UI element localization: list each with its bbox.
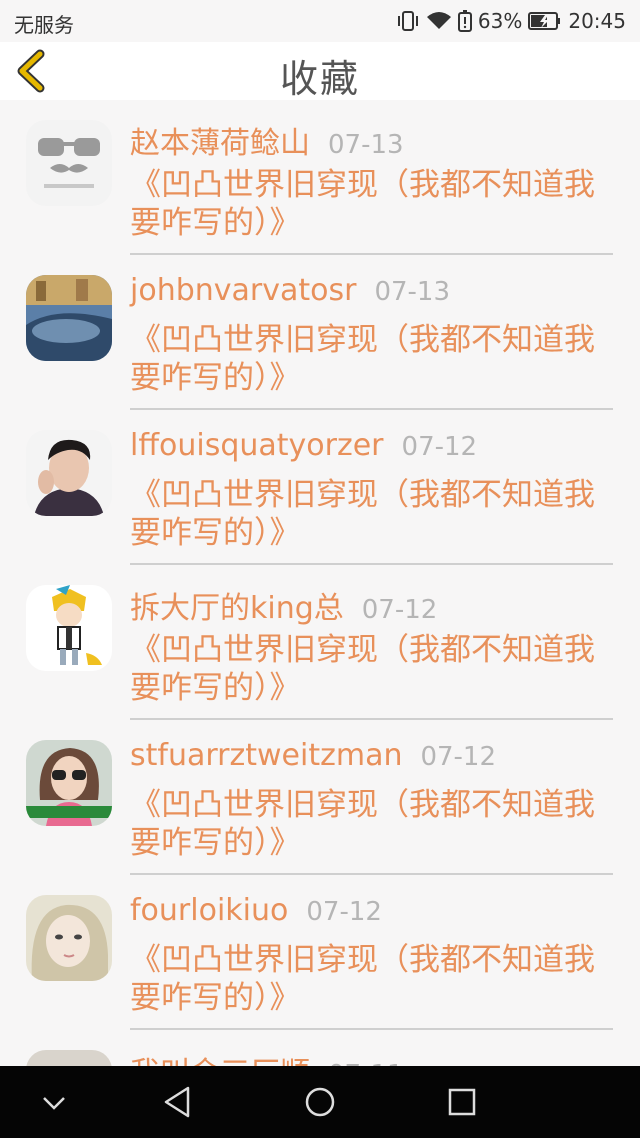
- author-name: 我叫金三厂顺: [130, 1048, 310, 1066]
- post-title: 《凹凸世界旧穿现（我都不知道我要咋写的）》: [130, 477, 595, 551]
- page-title: 收藏: [279, 57, 360, 101]
- post-date: 07-12: [306, 897, 382, 927]
- carrier-label: 无服务: [14, 13, 74, 37]
- list-item[interactable]: 我叫金三厂顺 07-11: [0, 1030, 640, 1066]
- item-header: stfuarrztweitzman 07-12: [130, 738, 613, 782]
- collapse-button[interactable]: [32, 1080, 76, 1124]
- home-circle-icon: [298, 1087, 342, 1128]
- home-button[interactable]: [298, 1080, 342, 1124]
- girl-sunglasses-avatar[interactable]: [26, 740, 112, 826]
- list-item[interactable]: stfuarrztweitzman 07-12 《凹凸世界旧穿现（我都不知道我要…: [0, 720, 640, 875]
- system-nav-bar: [0, 1066, 640, 1138]
- list-item[interactable]: 赵本薄荷鲶山 07-13 《凹凸世界旧穿现（我都不知道我要咋写的）》: [0, 100, 640, 255]
- list-item[interactable]: 拆大厅的king总 07-12 《凹凸世界旧穿现（我都不知道我要咋写的）》: [0, 565, 640, 720]
- author-name: 赵本薄荷鲶山: [130, 126, 310, 161]
- battery-percent: 63%: [477, 9, 523, 33]
- post-date: 07-12: [401, 432, 478, 462]
- post-title: 《凹凸世界旧穿现（我都不知道我要咋写的）》: [130, 632, 595, 706]
- post-title: 《凹凸世界旧穿现（我都不知道我要咋写的）》: [130, 787, 595, 861]
- collapse-icon: [32, 1097, 76, 1128]
- battery-alert-icon: [457, 10, 472, 32]
- item-content: stfuarrztweitzman 07-12 《凹凸世界旧穿现（我都不知道我要…: [130, 738, 613, 875]
- item-header: lffouisquatyorzer 07-12: [130, 428, 613, 472]
- post-date: 07-12: [361, 595, 438, 625]
- back-nav-button[interactable]: [156, 1080, 200, 1124]
- post-title: 《凹凸世界旧穿现（我都不知道我要咋写的）》: [130, 167, 595, 241]
- recents-square-icon: [440, 1088, 484, 1128]
- item-content: 赵本薄荷鲶山 07-13 《凹凸世界旧穿现（我都不知道我要咋写的）》: [130, 118, 613, 255]
- cartoon-character-avatar[interactable]: [26, 585, 112, 671]
- item-header: 拆大厅的king总 07-12: [130, 583, 613, 627]
- vibrate-icon: [396, 10, 420, 32]
- list-item[interactable]: johbnvarvatosr 07-13 《凹凸世界旧穿现（我都不知道我要咋写的…: [0, 255, 640, 410]
- item-content: 拆大厅的king总 07-12 《凹凸世界旧穿现（我都不知道我要咋写的）》: [130, 583, 613, 720]
- list-item[interactable]: fourloikiuo 07-12 《凹凸世界旧穿现（我都不知道我要咋写的）》: [0, 875, 640, 1030]
- post-title: 《凹凸世界旧穿现（我都不知道我要咋写的）》: [130, 322, 595, 396]
- favorites-list: 赵本薄荷鲶山 07-13 《凹凸世界旧穿现（我都不知道我要咋写的）》 johbn…: [0, 100, 640, 1066]
- post-date: 07-13: [328, 130, 404, 160]
- item-content: johbnvarvatosr 07-13 《凹凸世界旧穿现（我都不知道我要咋写的…: [130, 273, 613, 410]
- list-item[interactable]: lffouisquatyorzer 07-12 《凹凸世界旧穿现（我都不知道我要…: [0, 410, 640, 565]
- status-bar: 无服务 63% 20:45: [0, 0, 640, 42]
- item-header: 赵本薄荷鲶山 07-13: [130, 118, 613, 162]
- item-content: 我叫金三厂顺 07-11: [130, 1048, 613, 1066]
- young-man-avatar[interactable]: [26, 430, 112, 516]
- post-date: 07-12: [420, 742, 497, 772]
- recents-button[interactable]: [440, 1080, 484, 1124]
- back-triangle-icon: [156, 1086, 200, 1128]
- status-indicators: 63% 20:45: [396, 9, 626, 33]
- author-name: stfuarrztweitzman: [130, 738, 403, 773]
- item-header: johbnvarvatosr 07-13: [130, 273, 613, 317]
- item-content: lffouisquatyorzer 07-12 《凹凸世界旧穿现（我都不知道我要…: [130, 428, 613, 565]
- item-header: 我叫金三厂顺 07-11: [130, 1048, 613, 1066]
- author-name: johbnvarvatosr: [130, 273, 357, 308]
- author-name: lffouisquatyorzer: [130, 428, 384, 463]
- wifi-icon: [426, 11, 452, 31]
- header: 收藏: [0, 42, 640, 101]
- post-title: 《凹凸世界旧穿现（我都不知道我要咋写的）》: [130, 942, 595, 1016]
- item-header: fourloikiuo 07-12: [130, 893, 613, 937]
- author-name: 拆大厅的king总: [130, 591, 344, 626]
- partial-avatar[interactable]: [26, 1050, 112, 1066]
- author-name: fourloikiuo: [130, 893, 289, 928]
- clock: 20:45: [568, 9, 626, 33]
- post-date: 07-13: [374, 277, 451, 307]
- girl-portrait-avatar[interactable]: [26, 895, 112, 981]
- car-street-avatar[interactable]: [26, 275, 112, 361]
- sunglasses-mustache-avatar[interactable]: [26, 120, 112, 206]
- battery-charging-icon: [528, 11, 562, 31]
- item-content: fourloikiuo 07-12 《凹凸世界旧穿现（我都不知道我要咋写的）》: [130, 893, 613, 1030]
